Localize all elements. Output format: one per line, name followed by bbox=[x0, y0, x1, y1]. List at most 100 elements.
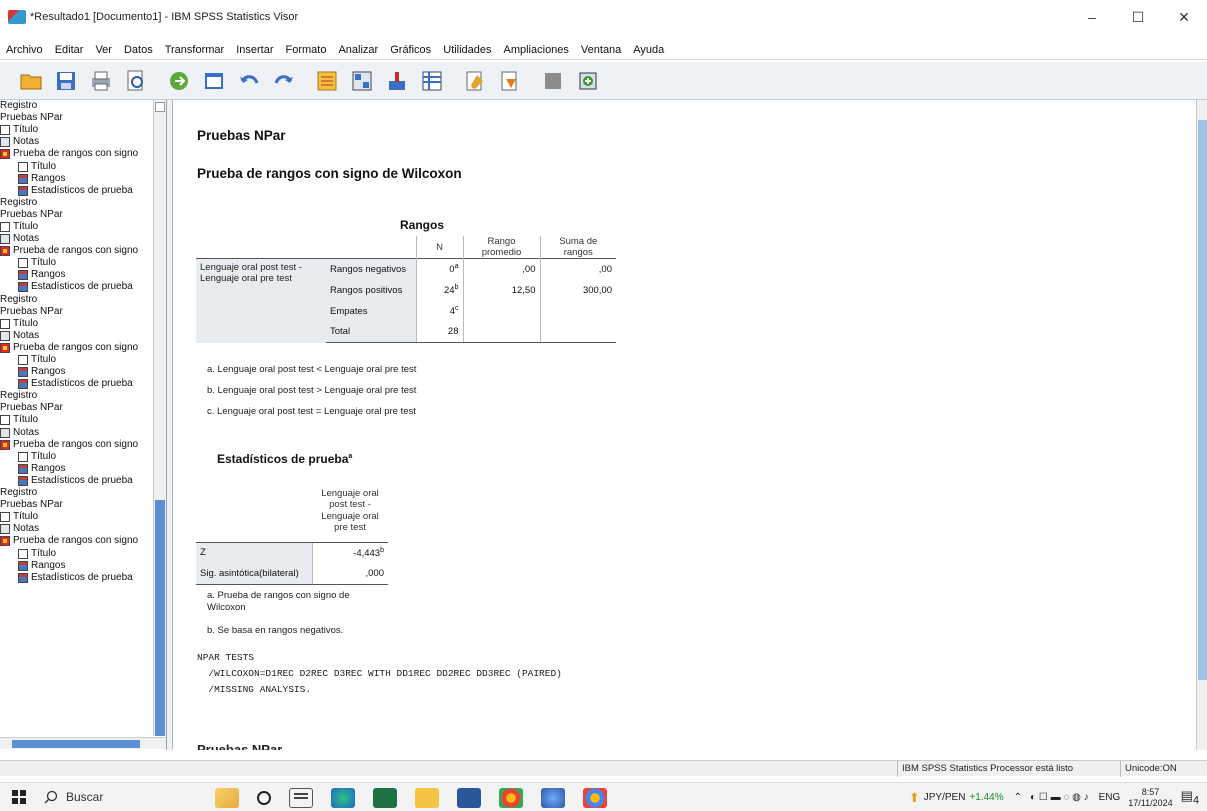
outline-item[interactable]: Registro bbox=[0, 294, 153, 306]
outline-item[interactable]: Título bbox=[0, 451, 153, 463]
designate-window-icon[interactable] bbox=[462, 68, 488, 94]
menu-analizar[interactable]: Analizar bbox=[332, 44, 384, 56]
output-vertical-scrollbar[interactable] bbox=[1196, 100, 1207, 750]
outline-item[interactable]: Notas bbox=[0, 136, 153, 148]
export-icon[interactable] bbox=[166, 68, 192, 94]
outline-item[interactable]: Rangos bbox=[0, 269, 153, 281]
maximize-button[interactable]: ☐ bbox=[1115, 0, 1161, 34]
outline-item[interactable]: Prueba de rangos con signo bbox=[0, 148, 153, 160]
outline-item[interactable]: Pruebas NPar bbox=[0, 209, 153, 221]
goto-data-icon[interactable] bbox=[314, 68, 340, 94]
outline-scroll-thumb[interactable] bbox=[155, 500, 165, 736]
chrome-profile-icon[interactable] bbox=[583, 787, 607, 808]
menu-ver[interactable]: Ver bbox=[89, 44, 118, 56]
menu-graficos[interactable]: Gráficos bbox=[384, 44, 437, 56]
menu-ventana[interactable]: Ventana bbox=[575, 44, 627, 56]
outline-item[interactable]: Título bbox=[0, 318, 153, 330]
outline-item[interactable]: Notas bbox=[0, 330, 153, 342]
menu-insertar[interactable]: Insertar bbox=[230, 44, 279, 56]
pane-splitter[interactable] bbox=[167, 100, 173, 750]
outline-item[interactable]: Notas bbox=[0, 427, 153, 439]
outline-item[interactable]: Registro bbox=[0, 197, 153, 209]
outline-item[interactable]: Pruebas NPar bbox=[0, 112, 153, 124]
print-icon[interactable] bbox=[88, 68, 114, 94]
output-scroll-thumb[interactable] bbox=[1198, 120, 1207, 680]
spss-taskbar-icon[interactable] bbox=[541, 787, 565, 808]
minimize-button[interactable]: – bbox=[1069, 0, 1115, 34]
menu-editar[interactable]: Editar bbox=[49, 44, 90, 56]
word-icon[interactable] bbox=[457, 787, 481, 808]
outline-item[interactable]: Título bbox=[0, 160, 153, 172]
tray-apps-icon[interactable]: ◐ ☐ ▬ ◌ ◍ ♪ bbox=[1030, 792, 1089, 803]
outline-vertical-scrollbar[interactable] bbox=[153, 100, 166, 736]
outline-item[interactable]: Título bbox=[0, 354, 153, 366]
outline-item[interactable]: Título bbox=[0, 414, 153, 426]
outline-item[interactable]: Prueba de rangos con signo bbox=[0, 439, 153, 451]
open-icon[interactable] bbox=[18, 68, 44, 94]
outline-item[interactable]: Título bbox=[0, 221, 153, 233]
outline-item[interactable]: Registro bbox=[0, 100, 153, 112]
taskbar-search[interactable]: Buscar bbox=[44, 790, 224, 804]
menu-datos[interactable]: Datos bbox=[118, 44, 159, 56]
outline-item[interactable]: Notas bbox=[0, 233, 153, 245]
outline-item[interactable]: Título bbox=[0, 511, 153, 523]
menu-formato[interactable]: Formato bbox=[280, 44, 333, 56]
save-icon[interactable] bbox=[53, 68, 79, 94]
outline-item[interactable]: Pruebas NPar bbox=[0, 306, 153, 318]
tray-chevron-icon[interactable]: ⌃ bbox=[1014, 792, 1022, 803]
clock[interactable]: 8:57 17/11/2024 bbox=[1128, 787, 1172, 809]
currency-ticker-icon[interactable]: ⬆ bbox=[909, 790, 920, 806]
ranks-table[interactable]: N Rango promedio Suma de rangos Lenguaje… bbox=[196, 236, 616, 343]
scroll-up-arrow-icon[interactable] bbox=[155, 102, 165, 112]
outline-item[interactable]: Estadísticos de prueba bbox=[0, 572, 153, 584]
edge-icon[interactable] bbox=[331, 787, 355, 808]
outline-item[interactable]: Estadísticos de prueba bbox=[0, 378, 153, 390]
menu-ampliaciones[interactable]: Ampliaciones bbox=[498, 44, 575, 56]
menu-ayuda[interactable]: Ayuda bbox=[627, 44, 670, 56]
outline-pane[interactable]: Registro Pruebas NPar Título Notas Prueba de… bbox=[0, 100, 167, 750]
outline-item[interactable]: Prueba de rangos con signo bbox=[0, 245, 153, 257]
outline-item[interactable]: Pruebas NPar bbox=[0, 499, 153, 511]
print-preview-icon[interactable] bbox=[123, 68, 149, 94]
outline-item[interactable]: Título bbox=[0, 257, 153, 269]
menu-archivo[interactable]: Archivo bbox=[0, 44, 49, 56]
widgets-icon[interactable] bbox=[215, 787, 239, 808]
outline-item[interactable]: Prueba de rangos con signo bbox=[0, 342, 153, 354]
outline-item[interactable]: Título bbox=[0, 124, 153, 136]
outline-item[interactable]: Pruebas NPar bbox=[0, 402, 153, 414]
select-cases-icon[interactable] bbox=[419, 68, 445, 94]
outline-horizontal-scrollbar[interactable] bbox=[0, 737, 166, 749]
outline-item[interactable]: Registro bbox=[0, 487, 153, 499]
outline-hscroll-thumb[interactable] bbox=[12, 740, 140, 748]
file-explorer-icon[interactable] bbox=[415, 787, 439, 808]
task-view-icon[interactable] bbox=[289, 787, 313, 808]
outline-item[interactable]: Estadísticos de prueba bbox=[0, 281, 153, 293]
promote-icon[interactable] bbox=[575, 68, 601, 94]
outline-item[interactable]: Prueba de rangos con signo bbox=[0, 535, 153, 547]
menu-utilidades[interactable]: Utilidades bbox=[437, 44, 497, 56]
outline-item[interactable]: Rangos bbox=[0, 173, 153, 185]
outline-item[interactable]: Rangos bbox=[0, 463, 153, 475]
chrome-icon[interactable] bbox=[499, 787, 523, 808]
script-icon[interactable] bbox=[497, 68, 523, 94]
redo-icon[interactable] bbox=[271, 68, 297, 94]
outline-item[interactable]: Rangos bbox=[0, 560, 153, 572]
outline-item[interactable]: Estadísticos de prueba bbox=[0, 185, 153, 197]
excel-icon[interactable] bbox=[373, 787, 397, 808]
close-button[interactable]: ✕ bbox=[1161, 0, 1207, 34]
undo-icon[interactable] bbox=[236, 68, 262, 94]
outline-item[interactable]: Título bbox=[0, 547, 153, 559]
goto-case-icon[interactable] bbox=[349, 68, 375, 94]
outline-item[interactable]: Registro bbox=[0, 390, 153, 402]
hide-icon[interactable] bbox=[540, 68, 566, 94]
ticker-label[interactable]: JPY/PEN bbox=[924, 792, 966, 803]
outline-item[interactable]: Notas bbox=[0, 523, 153, 535]
language-indicator[interactable]: ENG bbox=[1099, 792, 1121, 803]
outline-item[interactable]: Estadísticos de prueba bbox=[0, 475, 153, 487]
menu-transformar[interactable]: Transformar bbox=[159, 44, 231, 56]
notifications-icon[interactable]: ▤4 bbox=[1181, 788, 1199, 807]
cortana-icon[interactable] bbox=[257, 790, 271, 805]
recall-dialog-icon[interactable] bbox=[201, 68, 227, 94]
windows-start-icon[interactable] bbox=[0, 783, 38, 811]
variables-icon[interactable] bbox=[384, 68, 410, 94]
